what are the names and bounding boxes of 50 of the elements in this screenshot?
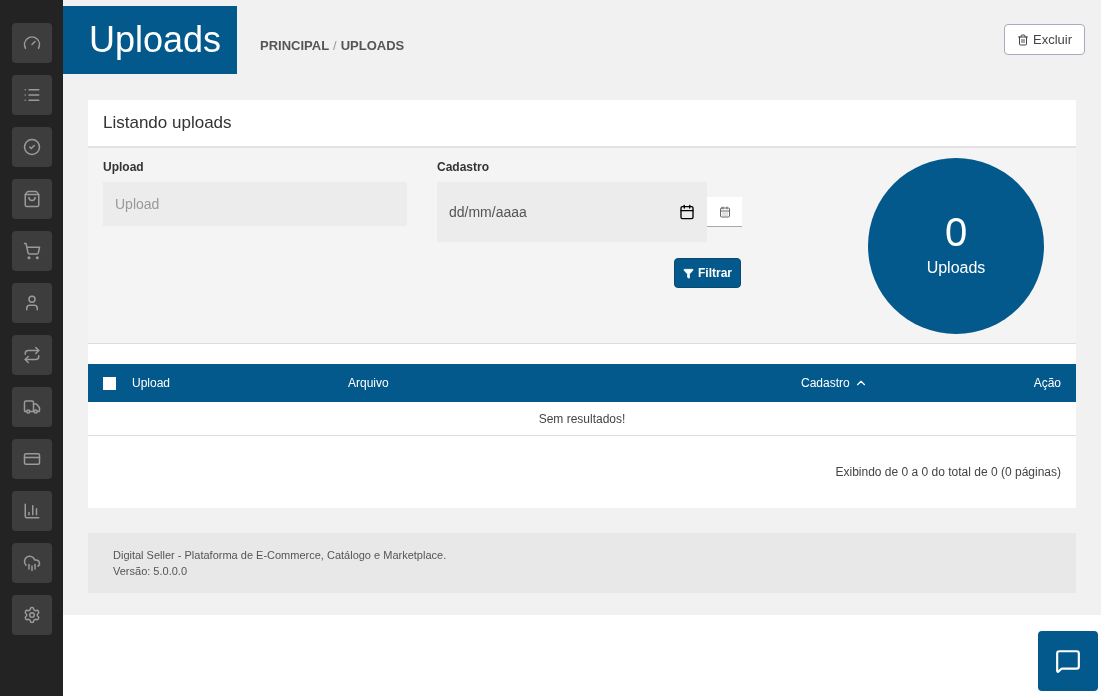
pagination-summary: Exibindo de 0 a 0 do total de 0 (0 páginas) <box>835 464 1061 481</box>
sidebar-button[interactable] <box>11 23 52 63</box>
cloud-icon <box>22 554 41 572</box>
column-header[interactable]: Cadastro <box>801 374 868 392</box>
sidebar-button[interactable] <box>11 387 52 427</box>
breadcrumb-separator: / <box>333 37 337 55</box>
cart-icon <box>22 242 41 260</box>
column-header[interactable]: Ação <box>1033 374 1061 392</box>
filter-icon <box>683 267 694 279</box>
date-input[interactable]: dd/mm/aaaa <box>437 182 707 242</box>
chat-button[interactable] <box>1038 631 1098 691</box>
check-circle-icon <box>22 138 41 156</box>
empty-message: Sem resultados! <box>88 402 1076 436</box>
shopping-bag-icon <box>22 190 41 208</box>
calendar-button[interactable] <box>707 197 742 227</box>
sidebar-button[interactable] <box>11 491 52 531</box>
list-icon <box>22 86 41 104</box>
trash-icon <box>1017 33 1029 46</box>
field-label: Upload <box>103 159 145 176</box>
sidebar-button[interactable] <box>11 335 52 375</box>
calendar-icon <box>679 204 695 220</box>
page-title: Uploads <box>63 6 237 74</box>
bar-chart-icon <box>22 502 41 520</box>
sidebar-button[interactable] <box>11 231 52 271</box>
breadcrumb-link[interactable]: PRINCIPAL <box>260 36 330 56</box>
column-header[interactable]: Upload <box>132 374 171 392</box>
repeat-icon <box>22 346 41 364</box>
counter-value: 0 <box>944 212 968 252</box>
footer-text: Digital Seller - Plataforma de E-Commerce, Catálogo e Marketplace. <box>113 548 448 563</box>
sidebar-button[interactable] <box>11 283 52 323</box>
column-header[interactable]: Arquivo <box>348 374 389 392</box>
counter-label: Uploads <box>926 258 986 278</box>
sidebar-button[interactable] <box>11 75 52 115</box>
breadcrumb-link[interactable]: UPLOADS <box>340 36 405 56</box>
version-text: Versão: 5.0.0.0 <box>113 564 188 579</box>
credit-card-icon <box>22 450 41 468</box>
sidebar-button[interactable] <box>11 127 52 167</box>
sidebar-button[interactable] <box>11 179 52 219</box>
calendar-icon <box>718 205 731 218</box>
gauge-icon <box>22 34 41 52</box>
select-all-checkbox[interactable] <box>103 376 116 390</box>
settings-icon <box>22 606 41 624</box>
upload-input[interactable]: Upload <box>103 182 407 226</box>
delete-button[interactable]: Excluir <box>1004 24 1085 55</box>
sidebar-button[interactable] <box>11 439 52 479</box>
sidebar-button[interactable] <box>11 543 52 583</box>
field-label: Cadastro <box>437 159 490 176</box>
filter-button[interactable]: Filtrar <box>674 258 741 288</box>
truck-icon <box>22 398 41 416</box>
sidebar-button[interactable] <box>11 595 52 635</box>
